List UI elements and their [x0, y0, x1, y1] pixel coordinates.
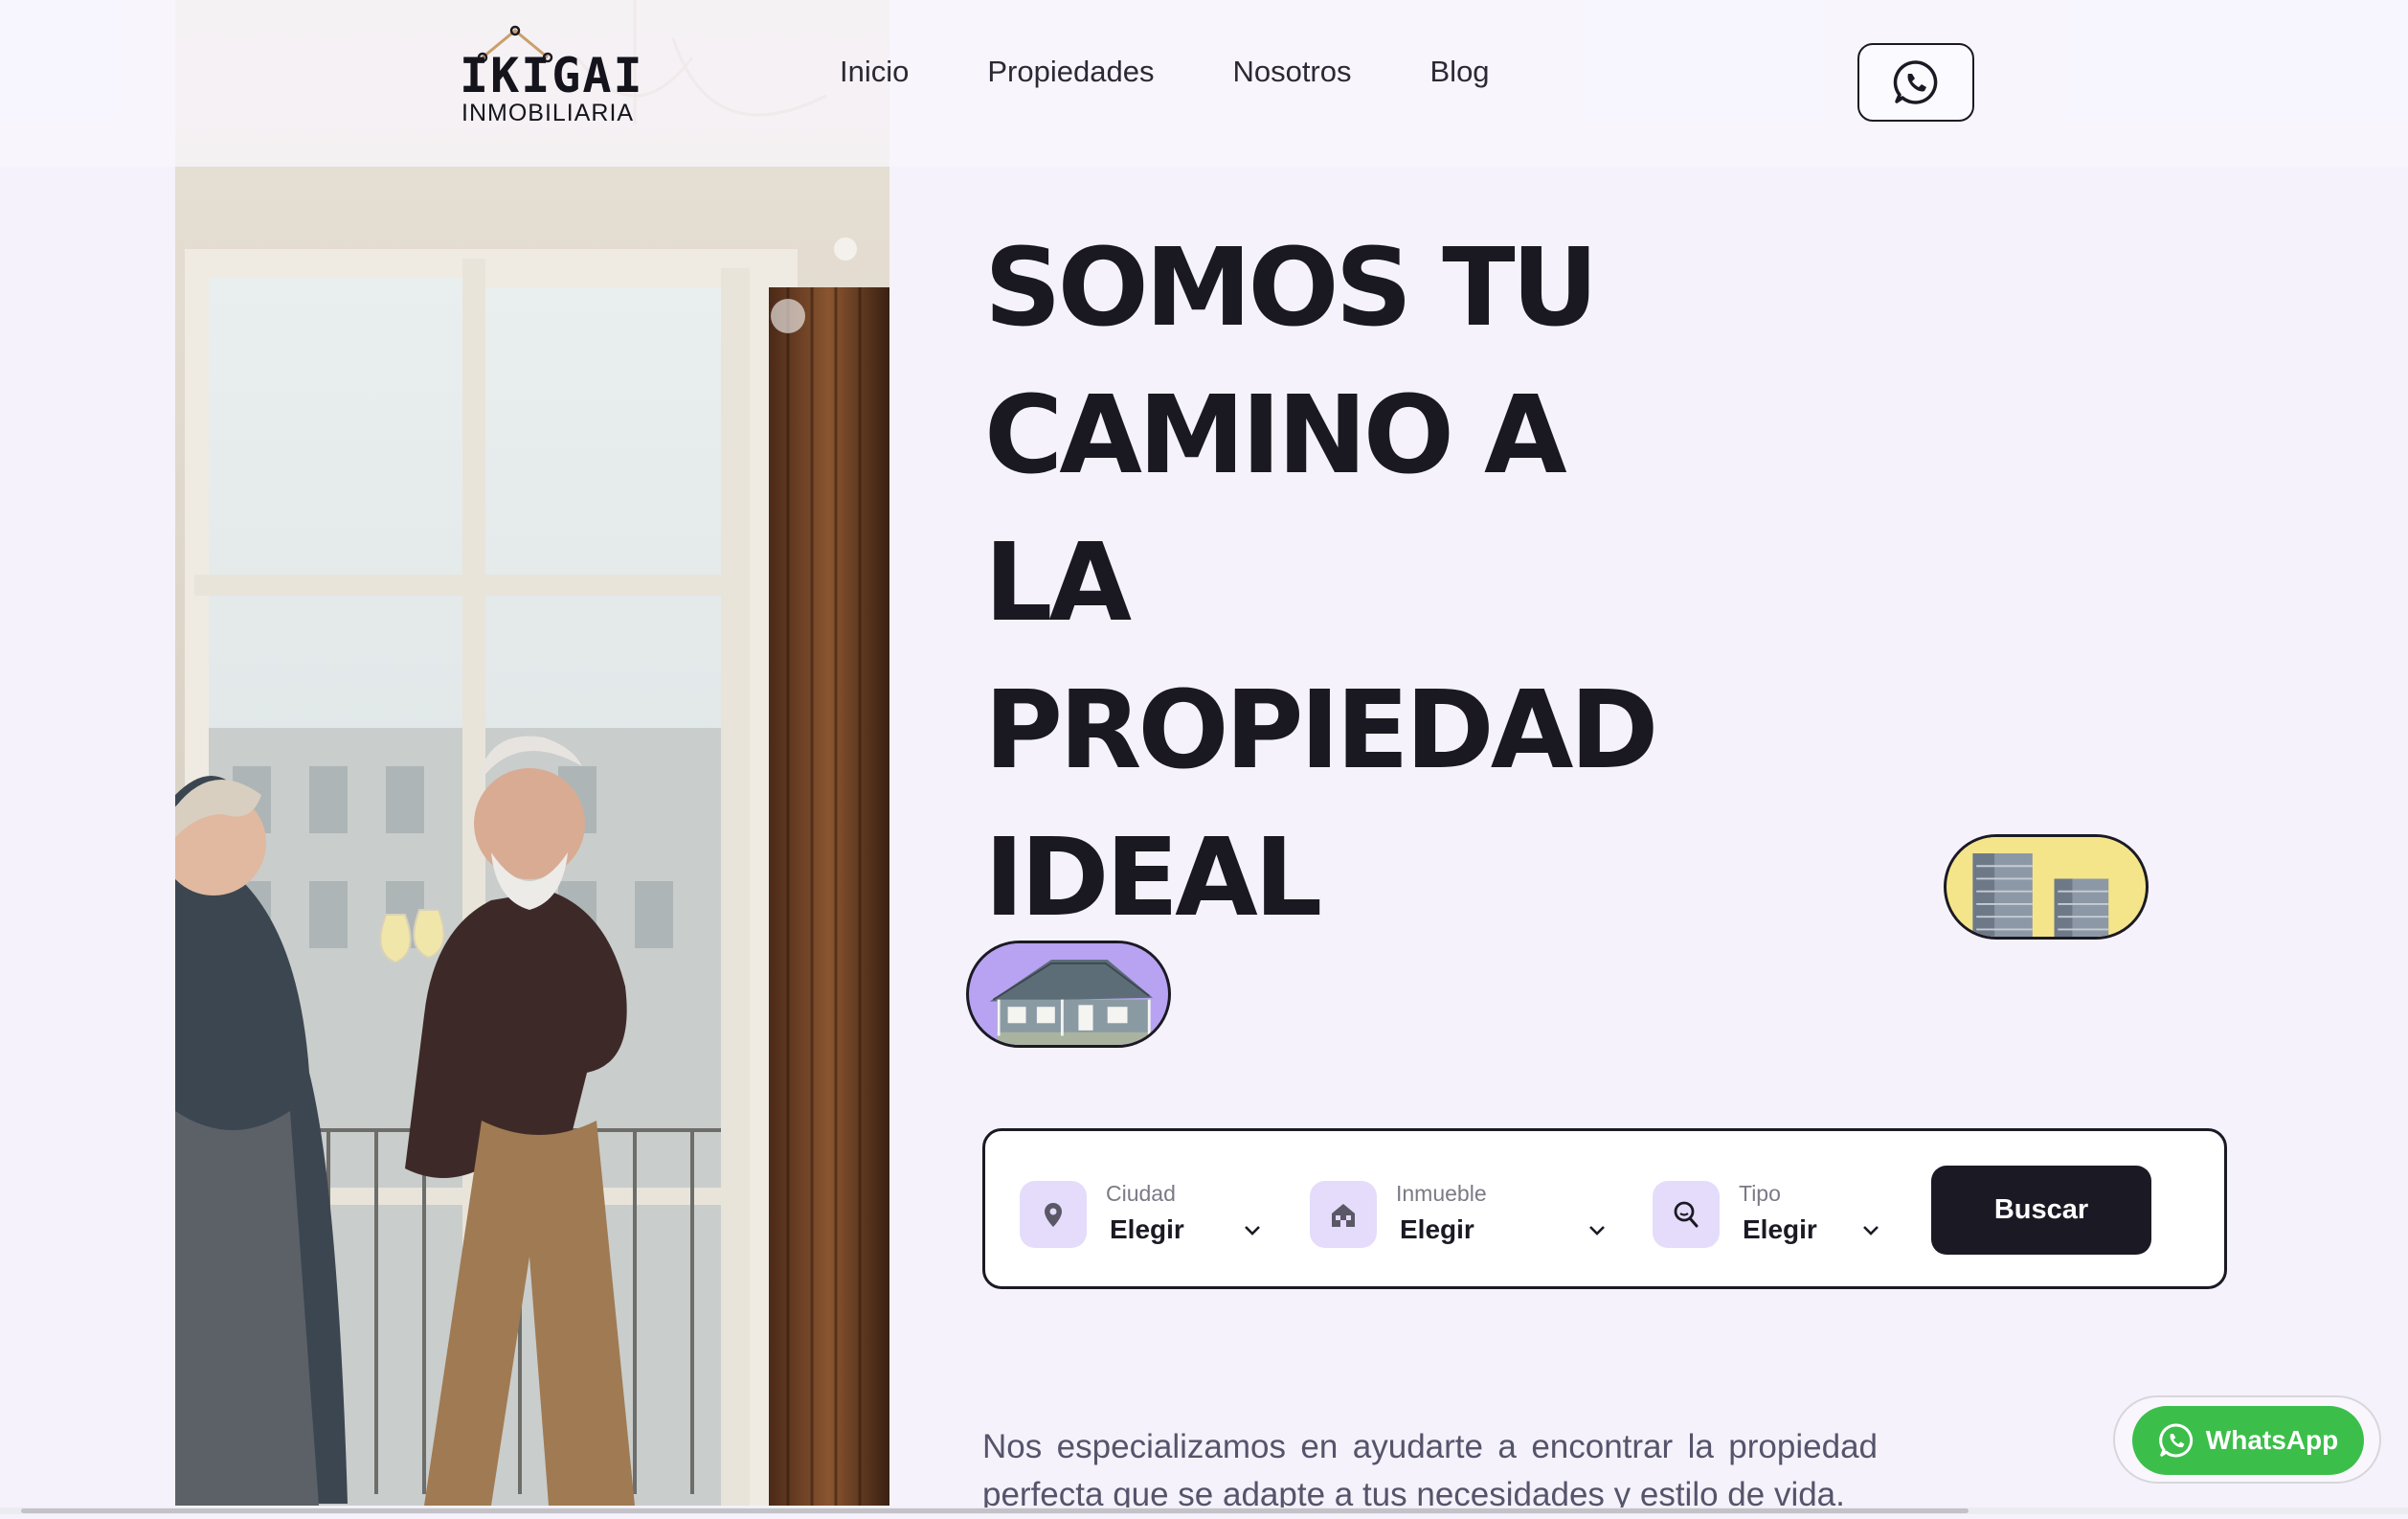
house-pill-image	[966, 941, 1171, 1048]
ciudad-value: Elegir	[1110, 1214, 1184, 1244]
hero-headline: SOMOS TU CAMINO A LA PROPIEDAD IDEAL	[984, 215, 1846, 952]
horizontal-scrollbar[interactable]	[0, 1508, 2408, 1514]
towers-pill-image	[1944, 834, 2149, 940]
whatsapp-icon	[2158, 1423, 2193, 1458]
whatsapp-float-label: WhatsApp	[2205, 1425, 2339, 1455]
tipo-dropdown[interactable]: Tipo Elegir	[1653, 1131, 1902, 1286]
location-pin-icon	[1020, 1181, 1087, 1248]
whatsapp-header-button[interactable]	[1857, 43, 1974, 122]
nav-item-blog[interactable]: Blog	[1430, 54, 1490, 90]
main-nav: Inicio Propiedades Nosotros Blog	[840, 54, 1568, 90]
nav-item-propiedades[interactable]: Propiedades	[987, 54, 1154, 90]
ciudad-label: Ciudad	[1106, 1181, 1176, 1206]
logo-wordmark: IKIGAI	[460, 48, 644, 103]
house-icon	[1310, 1181, 1377, 1248]
whatsapp-float-inner[interactable]: WhatsApp	[2132, 1406, 2364, 1475]
logo-subtitle: INMOBILIARIA	[461, 100, 635, 126]
chevron-down-icon	[1245, 1226, 1260, 1236]
tipo-label: Tipo	[1739, 1181, 1781, 1206]
search-magnifier-icon	[1653, 1181, 1720, 1248]
nav-item-inicio[interactable]: Inicio	[840, 54, 909, 90]
whatsapp-float-button[interactable]: WhatsApp	[2113, 1395, 2381, 1484]
headline-line-1: SOMOS TU	[984, 226, 1599, 351]
ciudad-dropdown[interactable]: Ciudad Elegir	[1020, 1131, 1269, 1286]
whatsapp-icon	[1893, 60, 1938, 104]
buscar-button[interactable]: Buscar	[1931, 1166, 2151, 1255]
chevron-down-icon	[1863, 1226, 1879, 1236]
site-header: IKIGAI INMOBILIARIA Inicio Propiedades N…	[0, 0, 2408, 167]
headline-line-4: PROPIEDAD	[984, 669, 1658, 793]
inmueble-label: Inmueble	[1396, 1181, 1487, 1206]
tipo-value: Elegir	[1743, 1214, 1817, 1244]
inmueble-dropdown[interactable]: Inmueble Elegir	[1310, 1131, 1626, 1286]
headline-line-3: LA	[984, 521, 1132, 646]
logo[interactable]: IKIGAI INMOBILIARIA	[460, 25, 670, 130]
hero-image	[175, 0, 889, 1506]
property-search-form: Ciudad Elegir Inmueble Elegir Tipo Elegi…	[982, 1128, 2227, 1289]
headline-line-5: IDEAL	[984, 816, 1322, 941]
inmueble-value: Elegir	[1400, 1214, 1474, 1244]
headline-line-2: CAMINO A	[984, 374, 1567, 498]
chevron-down-icon	[1589, 1226, 1605, 1236]
scrollbar-thumb[interactable]	[21, 1508, 1969, 1513]
nav-item-nosotros[interactable]: Nosotros	[1232, 54, 1351, 90]
hero-description: Nos especializamos en ayudarte a encontr…	[982, 1428, 1878, 1513]
